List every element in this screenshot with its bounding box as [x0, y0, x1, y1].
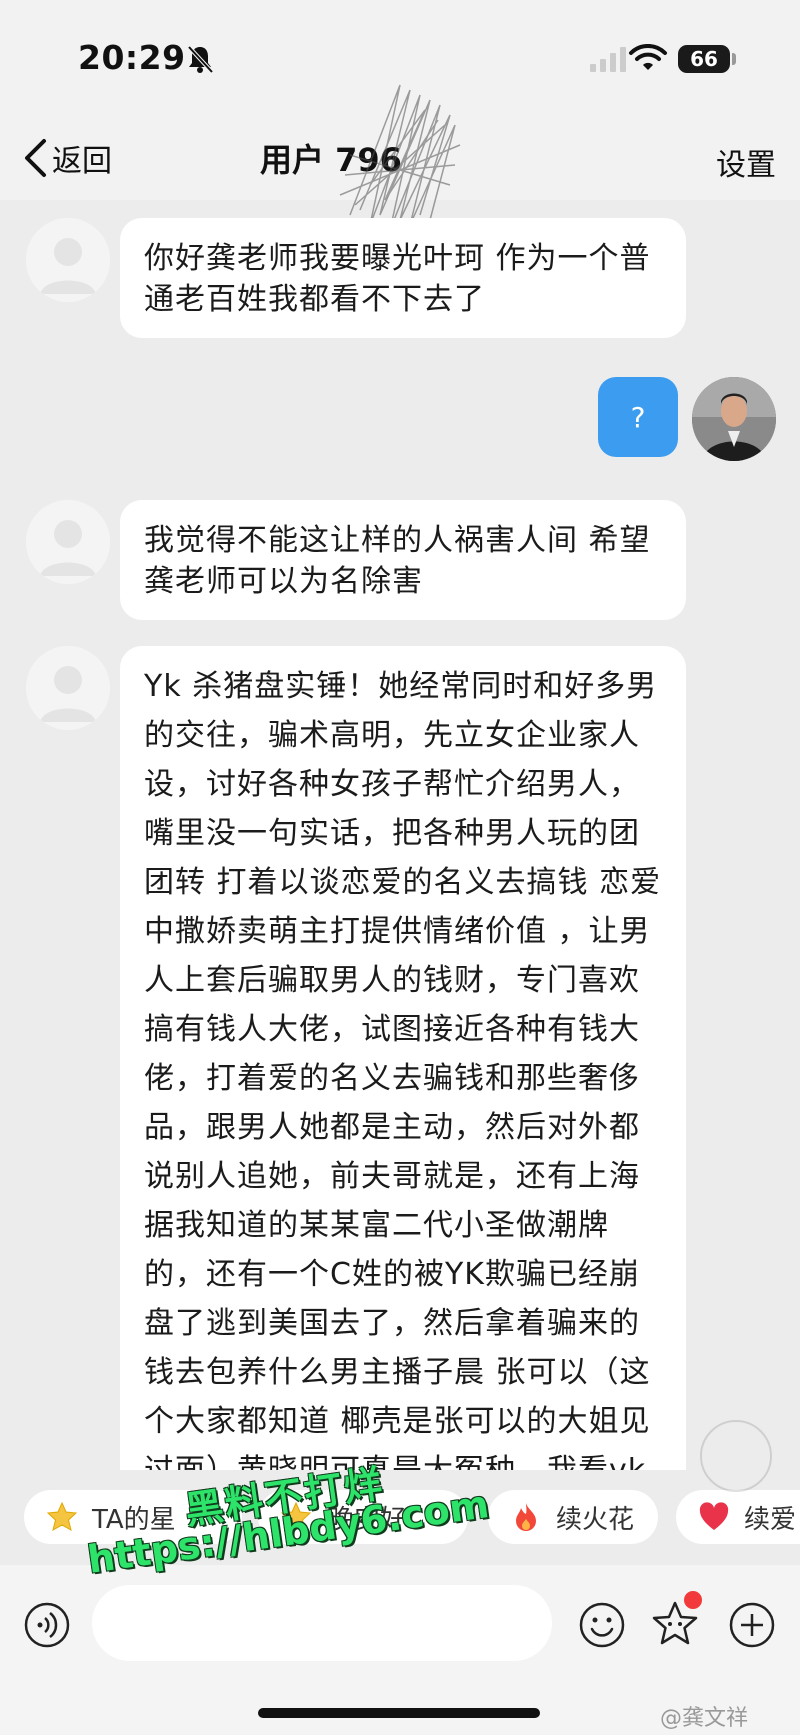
message-input[interactable]	[92, 1585, 552, 1661]
weibo-watermark: @龚文祥	[660, 1706, 749, 1731]
user-photo-icon	[692, 377, 776, 461]
sender-avatar[interactable]	[26, 500, 110, 584]
my-avatar[interactable]	[692, 377, 776, 461]
bell-muted-icon	[187, 45, 214, 74]
emoji-icon[interactable]	[578, 1601, 626, 1649]
plus-icon[interactable]	[728, 1601, 776, 1649]
heart-icon	[699, 1502, 729, 1530]
default-user-icon	[26, 500, 110, 584]
chip-continue-spark[interactable]: 续火花	[488, 1490, 658, 1544]
fire-icon	[516, 1503, 536, 1531]
home-indicator	[258, 1708, 540, 1718]
sender-avatar[interactable]	[26, 646, 110, 730]
notification-badge	[684, 1591, 702, 1609]
nav-bar: 返回 用户 796 设置	[0, 84, 800, 231]
sender-avatar[interactable]	[26, 218, 110, 302]
battery-tip	[732, 53, 736, 65]
chip-label: 续爱	[744, 1504, 797, 1535]
chat-area[interactable]: 你好龚老师我要曝光叶珂 作为一个普通老百姓我都看不下去了 ? 我觉得不能这让样的…	[0, 200, 800, 1470]
status-time: 20:29	[78, 38, 186, 77]
settings-button[interactable]: 设置	[716, 140, 776, 184]
chip-label: 续火花	[556, 1504, 635, 1535]
watermark-stamp	[700, 1420, 772, 1492]
message-bubble-incoming[interactable]: 我觉得不能这让样的人祸害人间 希望龚老师可以为名除害	[120, 500, 686, 620]
back-label: 返回	[52, 144, 112, 179]
default-user-icon	[26, 218, 110, 302]
voice-input-icon[interactable]	[24, 1602, 70, 1648]
default-user-icon	[26, 646, 110, 730]
signal-icon	[590, 47, 626, 72]
message-bubble-incoming[interactable]: 你好龚老师我要曝光叶珂 作为一个普通老百姓我都看不下去了	[120, 218, 686, 338]
star-icon	[46, 1501, 78, 1531]
back-button[interactable]: 返回	[22, 133, 112, 183]
battery-icon: 66	[678, 45, 730, 73]
chevron-left-icon	[25, 139, 46, 177]
message-bubble-outgoing[interactable]: ?	[598, 377, 678, 457]
message-bubble-incoming[interactable]: Yk 杀猪盘实锤！她经常同时和好多男的交往，骗术高明，先立女企业家人设，讨好各种…	[120, 646, 686, 1470]
chip-continue-love[interactable]: 续爱	[676, 1490, 800, 1544]
wifi-icon	[629, 44, 667, 70]
